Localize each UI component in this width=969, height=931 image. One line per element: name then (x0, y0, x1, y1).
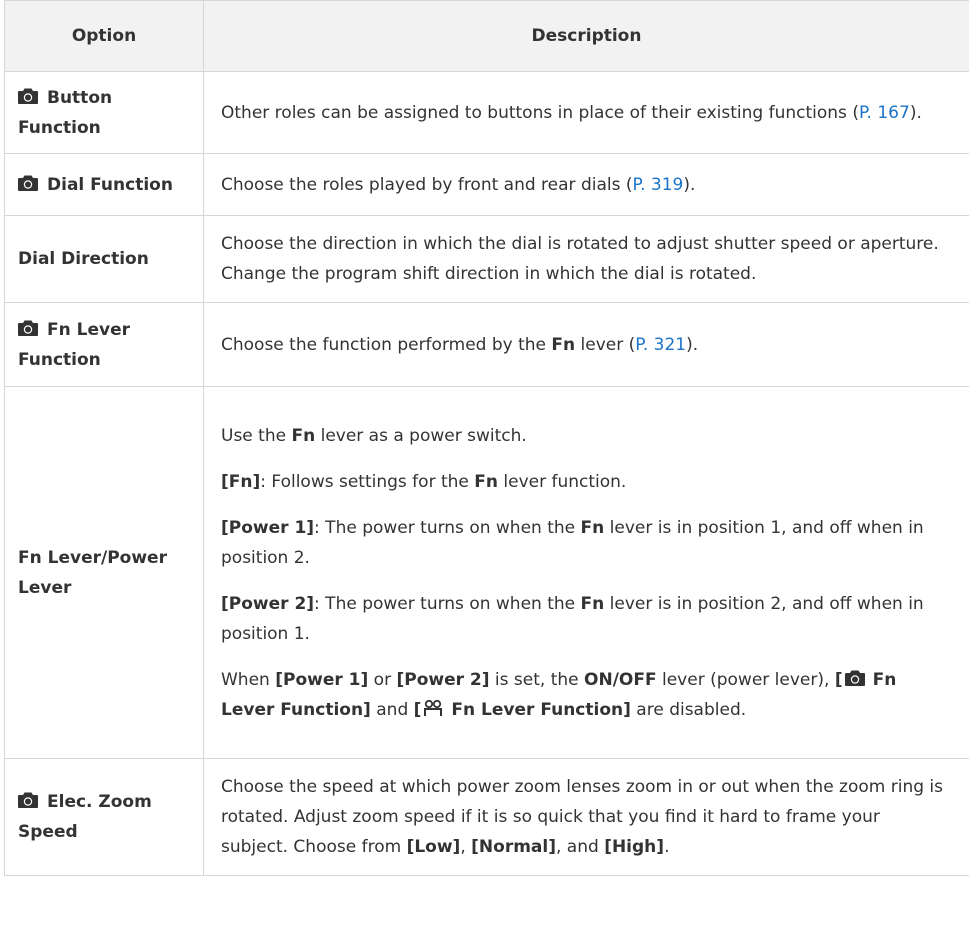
description-cell: Choose the direction in which the dial i… (203, 215, 969, 303)
table-row: Fn Lever/Power Lever Use the Fn lever as… (4, 386, 969, 759)
option-label: Elec. Zoom Speed (18, 792, 152, 842)
option-cell: Button Function (4, 71, 204, 154)
option-cell: Fn Lever Function (4, 302, 204, 387)
camera-icon (18, 792, 38, 808)
table-row: Dial Function Choose the roles played by… (4, 153, 969, 216)
camera-icon (844, 670, 865, 686)
option-label: Dial Function (47, 174, 173, 195)
camera-icon (18, 88, 38, 104)
option-cell: Fn Lever/Power Lever (4, 386, 204, 759)
header-option: Option (4, 0, 204, 72)
table-row: Elec. Zoom Speed Choose the speed at whi… (4, 758, 969, 876)
description-cell: Choose the function performed by the Fn … (203, 302, 969, 387)
desc-paragraph: When [Power 1] or [Power 2] is set, the … (221, 669, 897, 720)
page-link[interactable]: P. 319 (633, 175, 684, 195)
option-cell: Dial Direction (4, 215, 204, 303)
description-cell: Other roles can be assigned to buttons i… (203, 71, 969, 154)
desc-paragraph: [Power 1]: The power turns on when the F… (221, 517, 924, 568)
page-link[interactable]: P. 321 (635, 335, 686, 355)
description-cell: Use the Fn lever as a power switch. [Fn]… (203, 386, 969, 759)
options-table: Option Description Button Function Other… (4, 0, 969, 876)
description-cell: Choose the roles played by front and rea… (203, 153, 969, 216)
description-cell: Choose the speed at which power zoom len… (203, 758, 969, 876)
desc-paragraph: [Power 2]: The power turns on when the F… (221, 593, 924, 644)
table-row: Dial Direction Choose the direction in w… (4, 215, 969, 303)
desc-paragraph: Use the Fn lever as a power switch. (221, 425, 527, 446)
table-header-row: Option Description (4, 0, 969, 72)
desc-paragraph: [Fn]: Follows settings for the Fn lever … (221, 471, 627, 492)
option-label: Fn Lever/Power Lever (18, 547, 167, 598)
table-row: Fn Lever Function Choose the function pe… (4, 302, 969, 387)
camera-icon (18, 175, 38, 191)
movie-icon (424, 699, 443, 716)
option-label: Dial Direction (18, 249, 149, 269)
table-row: Button Function Other roles can be assig… (4, 71, 969, 154)
page-link[interactable]: P. 167 (859, 103, 910, 123)
option-cell: Elec. Zoom Speed (4, 758, 204, 876)
option-cell: Dial Function (4, 153, 204, 216)
camera-icon (18, 320, 38, 336)
header-description: Description (203, 0, 969, 72)
